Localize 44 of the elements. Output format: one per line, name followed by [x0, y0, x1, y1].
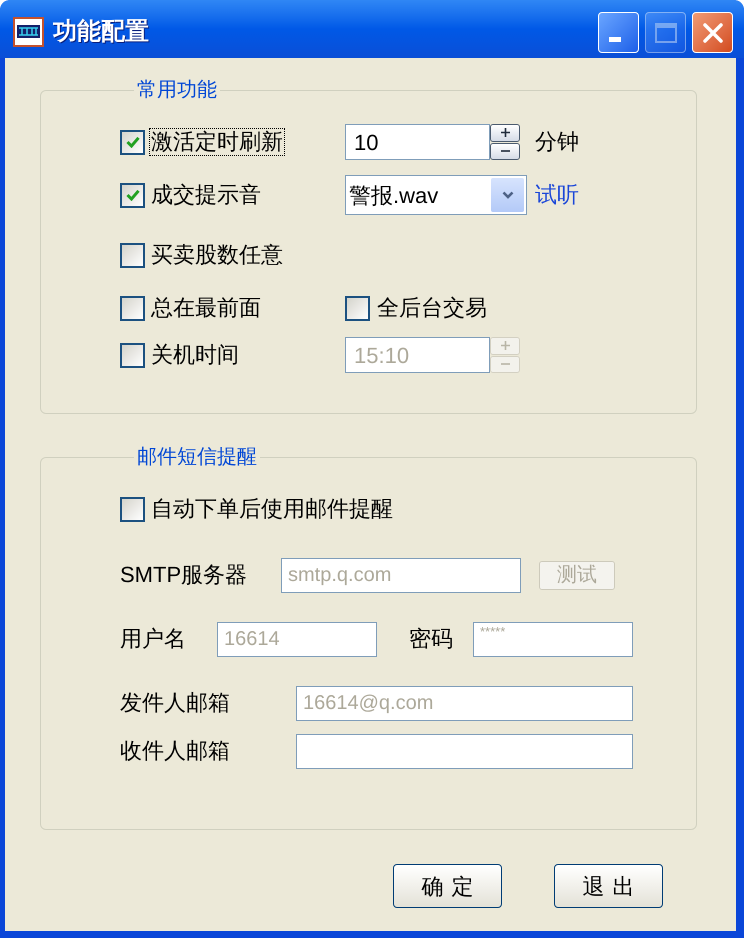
dialog-button[interactable]: 退出 [554, 864, 663, 908]
spin-down-button[interactable] [490, 142, 520, 160]
checkbox[interactable] [120, 130, 145, 154]
dropdown[interactable]: 警报.wav [345, 175, 527, 215]
preview-link[interactable]: 试听 [535, 182, 579, 208]
checkbox[interactable] [120, 496, 145, 522]
dialog-button[interactable]: 确定 [393, 864, 502, 908]
spin-field[interactable]: 10 [345, 124, 490, 160]
group-title: 常用功能 [136, 78, 218, 102]
checkbox[interactable] [120, 242, 145, 268]
checkbox-label[interactable]: 全后台交易 [376, 295, 488, 321]
chevron-down-icon [502, 191, 514, 199]
minimize-icon [609, 37, 621, 42]
close-icon [702, 22, 722, 42]
minus-icon [500, 363, 510, 366]
checkbox-label[interactable]: 自动下单后使用邮件提醒 [150, 496, 394, 522]
group-title: 邮件短信提醒 [136, 445, 258, 469]
dropdown-arrow-button[interactable] [491, 178, 524, 212]
app-icon [13, 17, 44, 47]
field-label: SMTP服务器 [120, 562, 248, 588]
checkbox-label[interactable]: 买卖股数任意 [150, 242, 284, 268]
plus-icon [500, 128, 510, 138]
field-label: 收件人邮箱 [120, 738, 231, 764]
check-icon [126, 189, 140, 201]
test-button: 测试 [539, 560, 615, 590]
field-label: 用户名 [120, 626, 187, 652]
checkbox-label[interactable]: 成交提示音 [150, 182, 262, 208]
text-field[interactable] [296, 734, 633, 768]
minus-icon [500, 150, 510, 152]
unit-label: 分钟 [535, 129, 579, 155]
close-button[interactable] [692, 12, 733, 53]
maximize-icon [654, 22, 676, 42]
minimize-button[interactable] [598, 12, 639, 53]
checkbox-label[interactable]: 激活定时刷新 [150, 129, 284, 155]
checkbox[interactable] [120, 182, 145, 208]
spin-up-button[interactable] [490, 124, 520, 142]
field-label: 密码 [409, 626, 454, 652]
plus-icon [500, 341, 510, 350]
checkbox[interactable] [345, 296, 370, 320]
check-icon [126, 136, 140, 148]
field-label: 发件人邮箱 [120, 690, 231, 716]
checkbox[interactable] [120, 296, 145, 320]
window-title: 功能配置 [53, 17, 149, 47]
checkbox-label[interactable]: 总在最前面 [150, 295, 262, 321]
